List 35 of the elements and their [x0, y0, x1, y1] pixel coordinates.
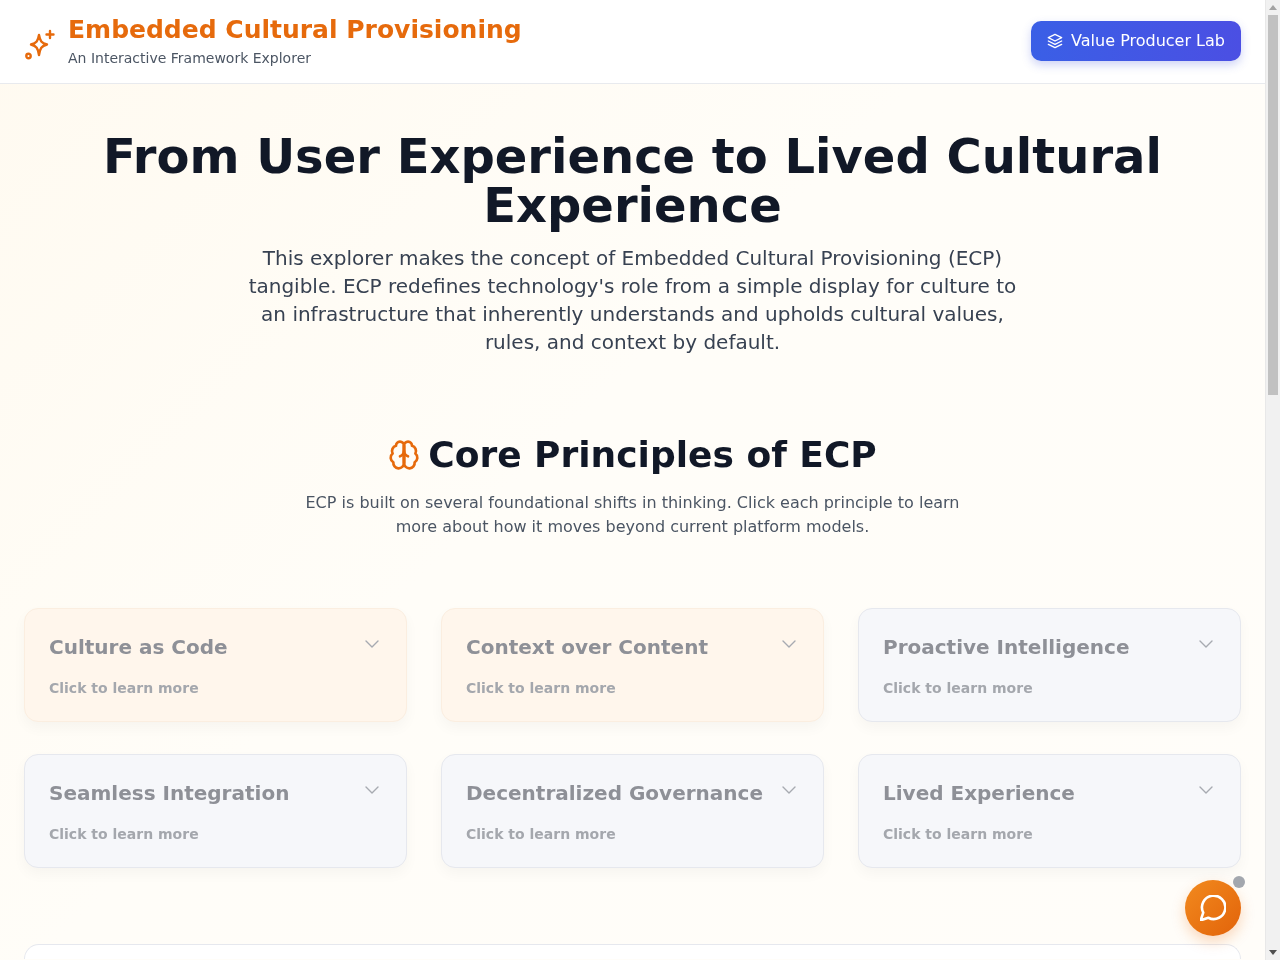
principle-card[interactable]: Lived Experience Click to learn more	[858, 754, 1241, 868]
lab-button[interactable]: Value Producer Lab	[1031, 20, 1241, 61]
hero-text: This explorer makes the concept of Embedded Cultural Provisioning (ECP) tangible. ECP redefines technology's role from a simple display for culture to an infrastructure that inherently understands and upholds cultural values, rules, and context by default.	[247, 245, 1018, 356]
principle-title: Lived Experience	[883, 780, 1075, 807]
principle-title: Culture as Code	[49, 634, 228, 661]
principle-title: Decentralized Governance	[466, 780, 763, 807]
learn-more-hint: Click to learn more	[466, 679, 616, 698]
hero-title: From User Experience to Lived Cultural Experience	[102, 132, 1163, 230]
section-heading: Core Principles of ECP	[428, 433, 877, 477]
scrollbar-thumb[interactable]	[1268, 15, 1278, 395]
chat-bubble-icon	[1200, 895, 1226, 921]
learn-more-hint: Click to learn more	[883, 825, 1033, 844]
scrollbar[interactable]	[1265, 0, 1280, 960]
principle-card[interactable]: Proactive Intelligence Click to learn more	[858, 608, 1241, 722]
learn-more-hint: Click to learn more	[49, 825, 199, 844]
section-intro: ECP is built on several foundational shifts in thinking. Click each principle to learn more about how it moves beyond current platform models.	[304, 492, 961, 538]
chat-button[interactable]	[1185, 880, 1241, 936]
status-dot-icon	[1233, 876, 1245, 888]
principle-title: Proactive Intelligence	[883, 634, 1130, 661]
brain-icon	[388, 439, 421, 471]
principle-card[interactable]: Culture as Code Click to learn more	[24, 608, 407, 722]
sparkle-icon	[24, 28, 56, 61]
principle-title: Context over Content	[466, 634, 708, 661]
principle-card[interactable]: Seamless Integration Click to learn more	[24, 754, 407, 868]
scroll-up-icon[interactable]	[1269, 5, 1277, 10]
layers-icon	[1047, 32, 1064, 49]
app-subtitle: An Interactive Framework Explorer	[68, 49, 311, 68]
principle-title: Seamless Integration	[49, 780, 290, 807]
learn-more-hint: Click to learn more	[49, 679, 199, 698]
learn-more-hint: Click to learn more	[883, 679, 1033, 698]
app-title: Embedded Cultural Provisioning	[68, 15, 522, 45]
principle-card[interactable]: Decentralized Governance Click to learn more	[441, 754, 824, 868]
scroll-down-icon[interactable]	[1269, 950, 1277, 955]
principle-card[interactable]: Context over Content Click to learn more	[441, 608, 824, 722]
learn-more-hint: Click to learn more	[466, 825, 616, 844]
